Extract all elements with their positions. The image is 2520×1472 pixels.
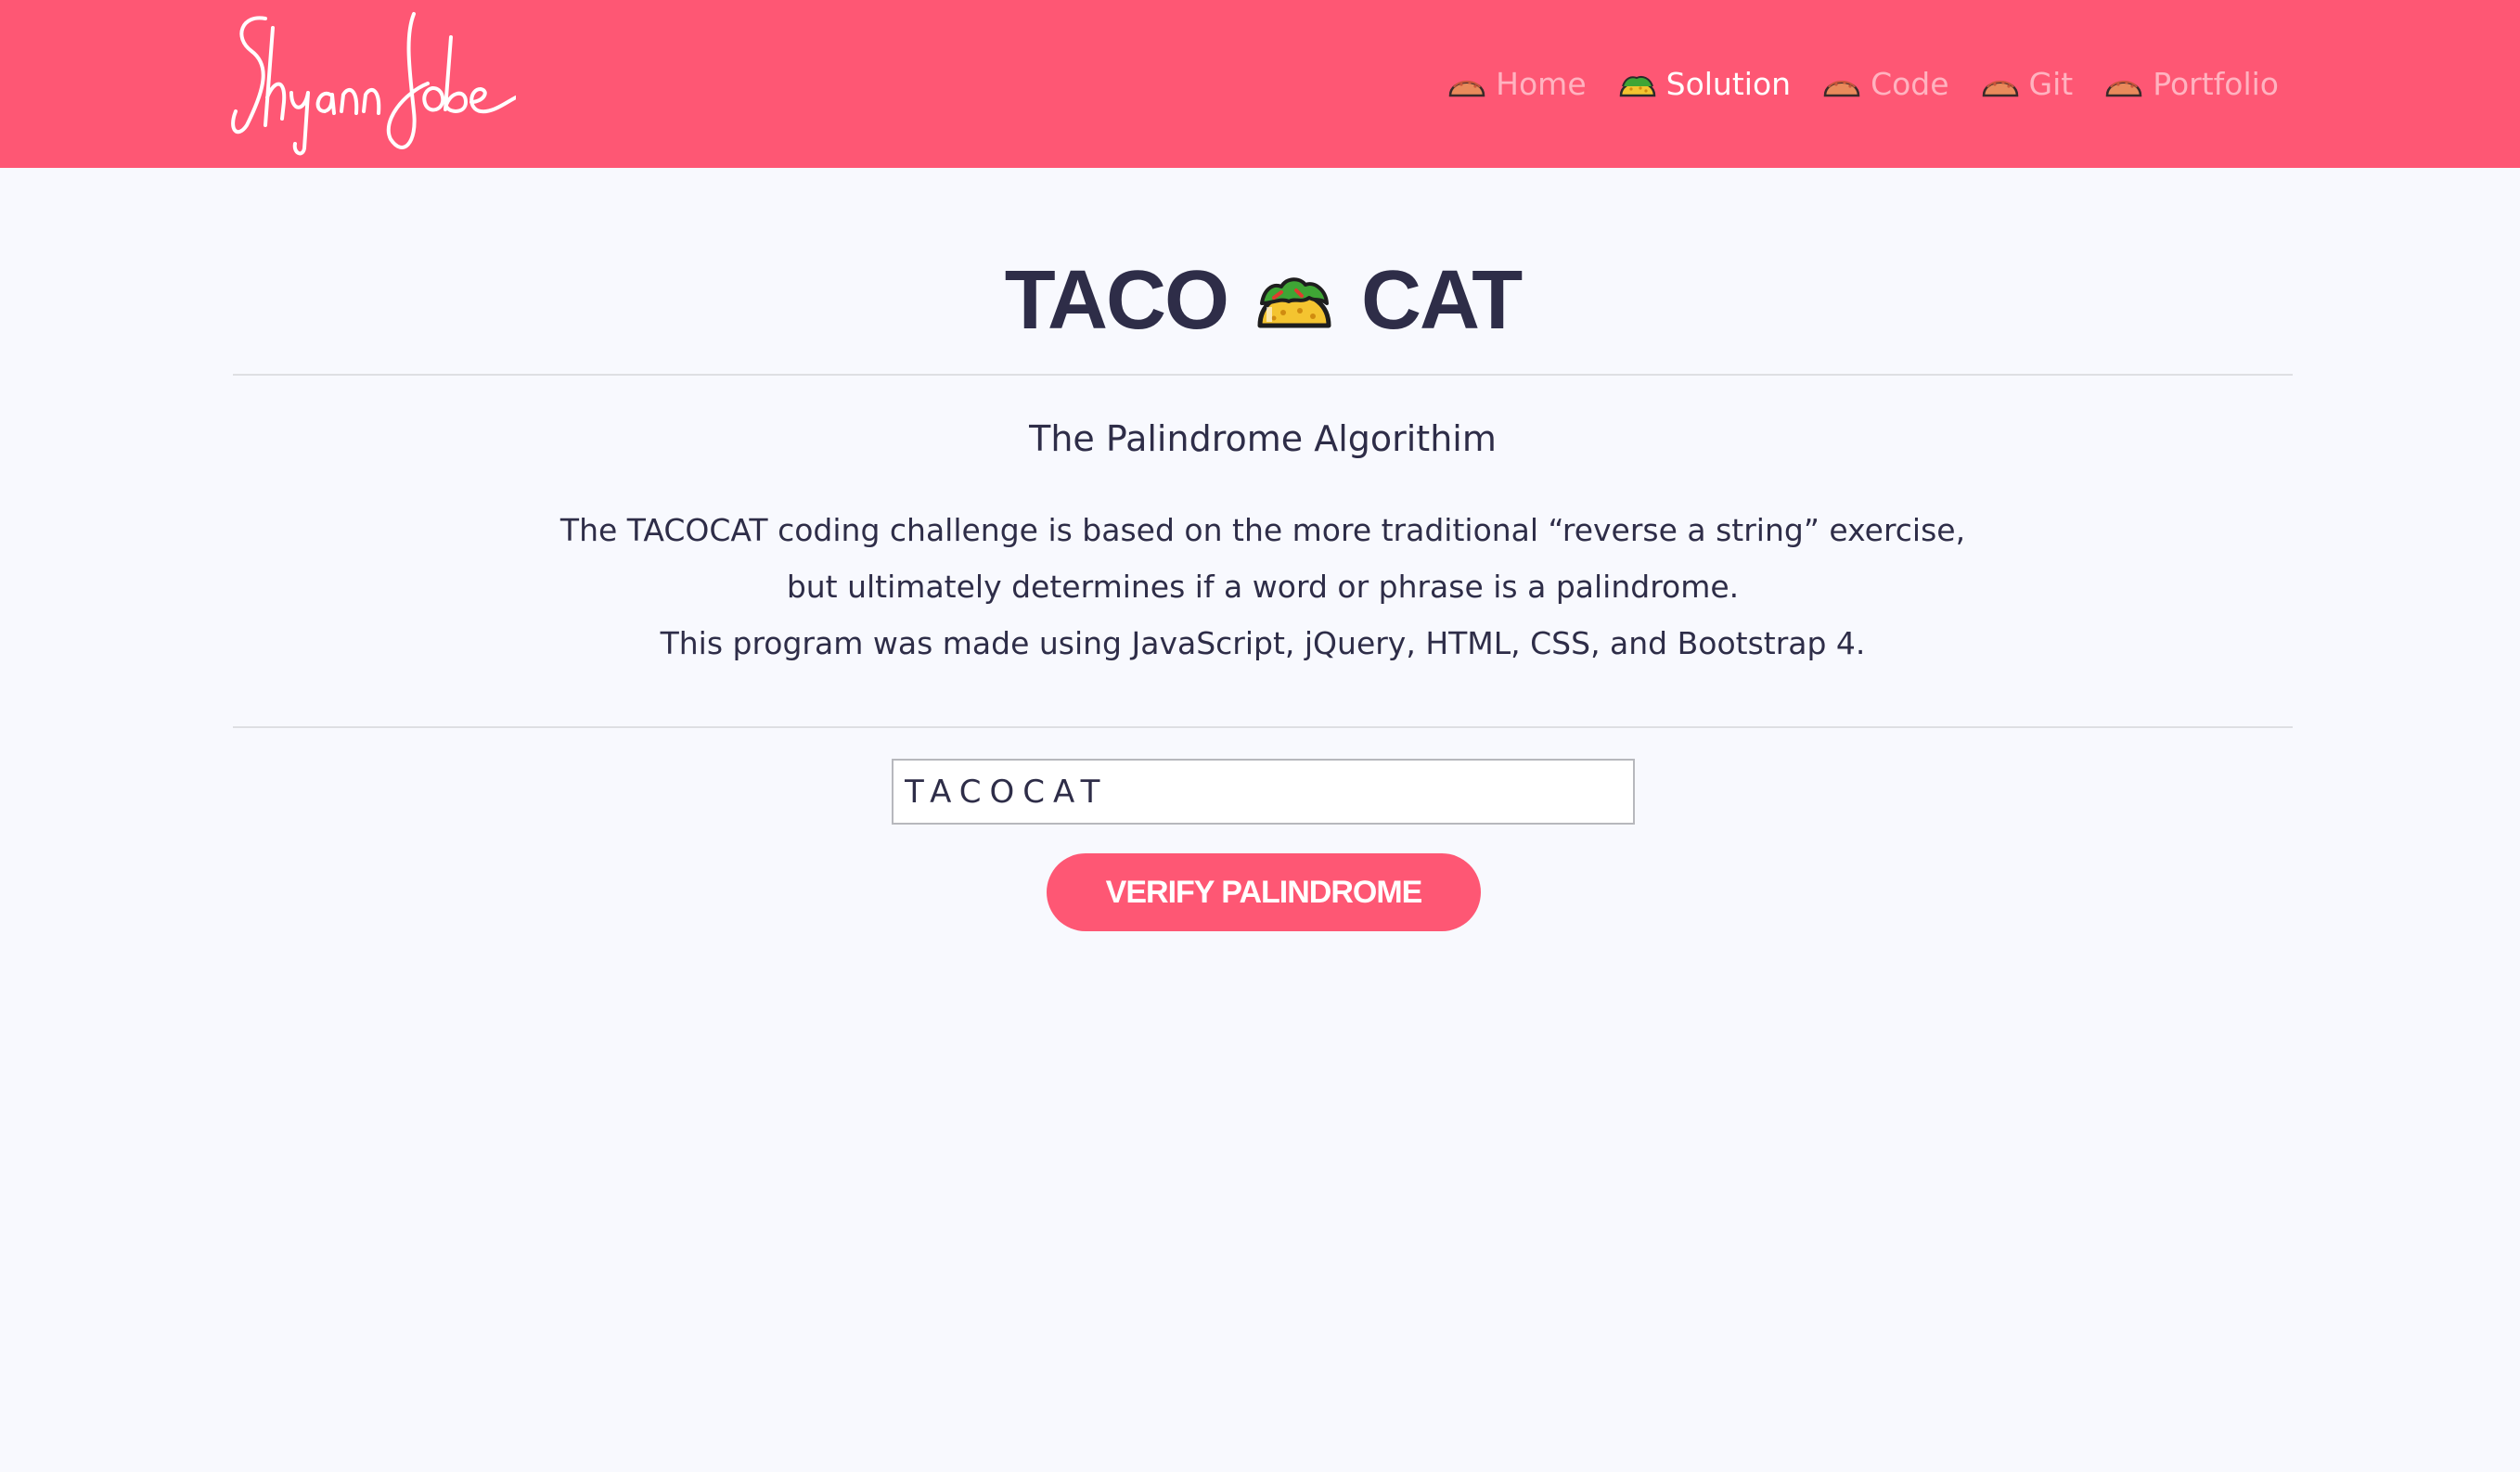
main-nav: Home Solution Code Git Portfolio bbox=[1447, 0, 2279, 168]
nav-item-solution[interactable]: Solution bbox=[1618, 66, 1791, 102]
nav-label: Git bbox=[2028, 66, 2074, 102]
taco-icon bbox=[1619, 75, 1655, 96]
signature-logo-icon bbox=[231, 12, 518, 156]
nav-label: Home bbox=[1496, 66, 1587, 102]
nav-item-git[interactable]: Git bbox=[1981, 66, 2074, 102]
navbar: Home Solution Code Git Portfolio bbox=[0, 0, 2520, 168]
page-title: TACO CAT bbox=[233, 259, 2293, 342]
taco-icon bbox=[2105, 80, 2142, 96]
nav-label: Code bbox=[1871, 66, 1949, 102]
title-left: TACO bbox=[1004, 254, 1229, 347]
nav-label: Portfolio bbox=[2153, 66, 2279, 102]
brand-logo[interactable] bbox=[228, 9, 518, 158]
palindrome-input[interactable] bbox=[892, 759, 1635, 825]
description-line: but ultimately determines if a word or p… bbox=[786, 569, 1740, 605]
title-right: CAT bbox=[1361, 254, 1523, 347]
verify-palindrome-button[interactable]: VERIFY PALINDROME bbox=[1047, 853, 1481, 931]
nav-label: Solution bbox=[1665, 66, 1792, 102]
nav-item-home[interactable]: Home bbox=[1447, 66, 1587, 102]
description-line: The TACOCAT coding challenge is based on… bbox=[559, 512, 1966, 548]
description: The TACOCAT coding challenge is based on… bbox=[233, 502, 2293, 672]
taco-icon bbox=[1982, 80, 2018, 96]
divider bbox=[233, 374, 2293, 376]
divider bbox=[233, 726, 2293, 728]
nav-item-portfolio[interactable]: Portfolio bbox=[2104, 66, 2279, 102]
description-line: This program was made using JavaScript, … bbox=[660, 625, 1866, 661]
taco-icon bbox=[1823, 80, 1860, 96]
taco-icon bbox=[1257, 277, 1331, 328]
nav-item-code[interactable]: Code bbox=[1822, 66, 1949, 102]
taco-icon bbox=[1448, 80, 1485, 96]
subtitle: The Palindrome Algorithim bbox=[1029, 418, 1497, 459]
